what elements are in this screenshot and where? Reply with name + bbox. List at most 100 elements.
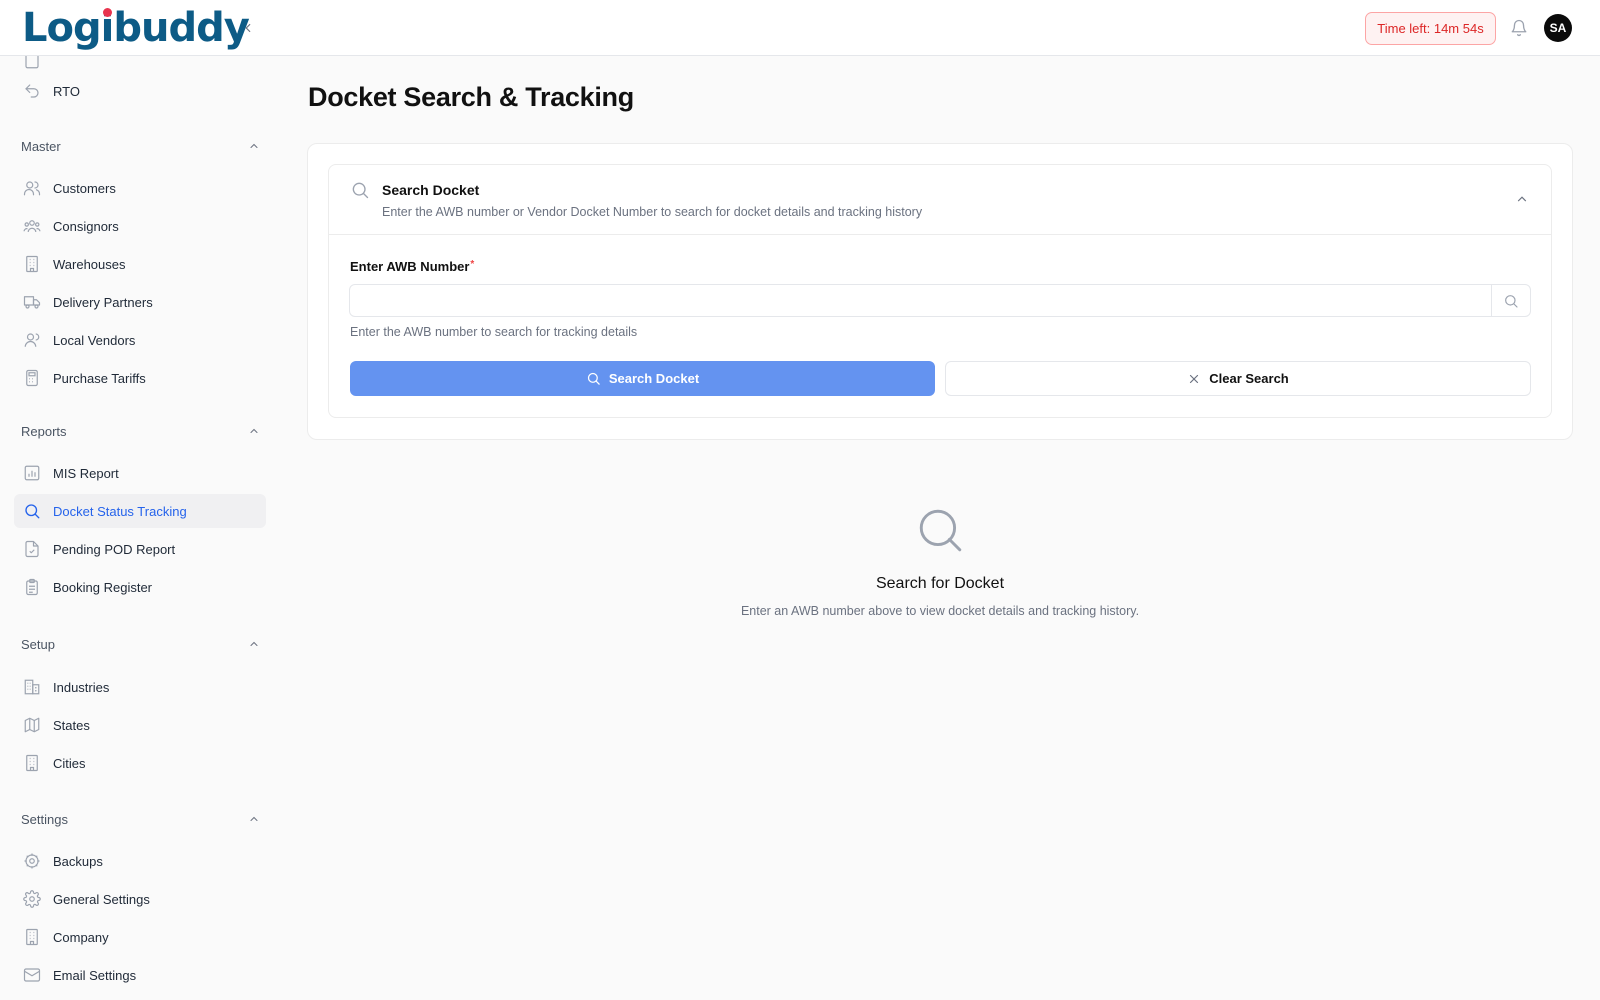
chevron-up-icon — [247, 424, 261, 438]
section-label: Settings — [21, 811, 68, 827]
truck-icon — [22, 292, 42, 312]
search-panel-header[interactable]: Search Docket Enter the AWB number or Ve… — [329, 165, 1551, 235]
sidebar-item-label: Delivery Partners — [53, 294, 153, 310]
user-avatar[interactable]: SA — [1544, 14, 1572, 42]
session-timer-badge: Time left: 14m 54s — [1365, 12, 1496, 45]
sidebar-item-label: Cities — [53, 755, 86, 771]
section-label: Setup — [21, 636, 55, 652]
bar-chart-icon — [22, 463, 42, 483]
clear-search-label: Clear Search — [1209, 371, 1289, 386]
sidebar-item-general-settings[interactable]: General Settings — [14, 882, 266, 916]
chevron-up-icon[interactable] — [1515, 192, 1529, 206]
sidebar-item-mis-report[interactable]: MIS Report — [14, 456, 266, 490]
bell-icon — [1511, 19, 1527, 37]
factory-icon — [22, 677, 42, 697]
user-icon — [22, 330, 42, 350]
sidebar-item-consignors[interactable]: Consignors — [14, 209, 266, 243]
sidebar-item-label: MIS Report — [53, 465, 119, 481]
sidebar-item-customers[interactable]: Customers — [14, 171, 266, 205]
notifications-button[interactable] — [1508, 17, 1530, 39]
sidebar-item-states[interactable]: States — [14, 708, 266, 742]
chevron-left-icon — [245, 23, 251, 33]
awb-number-input[interactable] — [349, 284, 1492, 317]
top-header: Log i buddy Time left: 14m 54s SA — [0, 0, 1600, 56]
sidebar-item-email-settings[interactable]: Email Settings — [14, 958, 266, 992]
search-icon — [919, 509, 962, 552]
section-master-toggle[interactable]: Master — [21, 136, 261, 156]
sidebar-item-label: Backups — [53, 853, 103, 869]
sidebar-item-label: Customers — [53, 180, 116, 196]
page-title: Docket Search & Tracking — [308, 82, 634, 112]
awb-input-search-button[interactable] — [1491, 284, 1531, 317]
clipboard-icon — [22, 577, 42, 597]
sidebar-item-company[interactable]: Company — [14, 920, 266, 954]
sidebar-item-local-vendors[interactable]: Local Vendors — [14, 323, 266, 357]
section-label: Reports — [21, 423, 67, 439]
sidebar-item-cities[interactable]: Cities — [14, 746, 266, 780]
logo-text-start: Log — [22, 5, 102, 51]
logo[interactable]: Log i buddy — [22, 4, 250, 52]
search-panel-title: Search Docket — [382, 182, 480, 198]
sidebar-item-delivery-partners[interactable]: Delivery Partners — [14, 285, 266, 319]
backup-icon — [22, 851, 42, 871]
building-icon — [22, 753, 42, 773]
search-docket-button[interactable]: Search Docket — [350, 361, 935, 396]
building-icon — [22, 927, 42, 947]
search-icon — [587, 372, 600, 385]
logo-text-i: i — [100, 5, 115, 51]
sidebar-item-label: Booking Register — [53, 579, 152, 595]
section-reports-toggle[interactable]: Reports — [21, 421, 261, 441]
sidebar-item-label: Purchase Tariffs — [53, 370, 146, 386]
group-icon — [22, 216, 42, 236]
sidebar-item-booking-register[interactable]: Booking Register — [14, 570, 266, 604]
mail-icon — [22, 965, 42, 985]
section-setup-toggle[interactable]: Setup — [21, 634, 261, 654]
sidebar-item-docket-status-tracking[interactable]: Docket Status Tracking — [14, 494, 266, 528]
sidebar-item-label: Docket Status Tracking — [53, 503, 187, 519]
sidebar-item-label: General Settings — [53, 891, 150, 907]
sidebar-item-industries[interactable]: Industries — [14, 670, 266, 704]
sidebar-item-label: Local Vendors — [53, 332, 136, 348]
calculator-icon — [22, 368, 42, 388]
close-icon — [1190, 374, 1199, 383]
sidebar-item-backups[interactable]: Backups — [14, 844, 266, 878]
awb-label-text: Enter AWB Number — [350, 259, 470, 274]
gear-icon — [22, 889, 42, 909]
sidebar-item-label: RTO — [53, 83, 80, 99]
sidebar-item-label: Consignors — [53, 218, 119, 234]
sidebar-item-warehouses[interactable]: Warehouses — [14, 247, 266, 281]
building-icon — [22, 254, 42, 274]
clear-search-button[interactable]: Clear Search — [945, 361, 1531, 396]
chevron-up-icon — [247, 637, 261, 651]
sidebar-item-label: Pending POD Report — [53, 541, 176, 557]
sidebar-item-pending-pod-report[interactable]: Pending POD Report — [14, 532, 266, 566]
undo-icon — [22, 81, 42, 101]
required-marker: * — [470, 259, 475, 270]
empty-state-description: Enter an AWB number above to view docket… — [740, 604, 1140, 618]
logo-text-end: buddy — [113, 5, 249, 51]
sidebar-item-label: Industries — [53, 679, 110, 695]
awb-field-label: Enter AWB Number* — [350, 259, 474, 274]
search-panel-description: Enter the AWB number or Vendor Docket Nu… — [382, 205, 923, 219]
document-icon — [22, 56, 42, 71]
section-settings-toggle[interactable]: Settings — [21, 809, 261, 829]
sidebar: RTO Master Customers Consignors Warehous… — [0, 56, 275, 1000]
section-label: Master — [21, 138, 61, 154]
chevron-up-icon — [247, 139, 261, 153]
map-icon — [22, 715, 42, 735]
awb-field-hint: Enter the AWB number to search for track… — [350, 325, 638, 339]
search-icon — [352, 182, 369, 199]
collapse-sidebar-button[interactable] — [236, 16, 260, 40]
search-icon — [1505, 294, 1518, 308]
sidebar-item-purchase-tariffs[interactable]: Purchase Tariffs — [14, 361, 266, 395]
sidebar-item-label: States — [53, 717, 90, 733]
search-icon — [22, 501, 42, 521]
sidebar-item-label: Warehouses — [53, 256, 126, 272]
sidebar-item-label: Email Settings — [53, 967, 137, 983]
chevron-up-icon — [247, 812, 261, 826]
search-docket-label: Search Docket — [608, 371, 700, 386]
empty-state-title: Search for Docket — [875, 575, 1005, 592]
sidebar-item-rto[interactable]: RTO — [14, 74, 266, 108]
sidebar-item-label: Company — [53, 929, 109, 945]
users-icon — [22, 178, 42, 198]
